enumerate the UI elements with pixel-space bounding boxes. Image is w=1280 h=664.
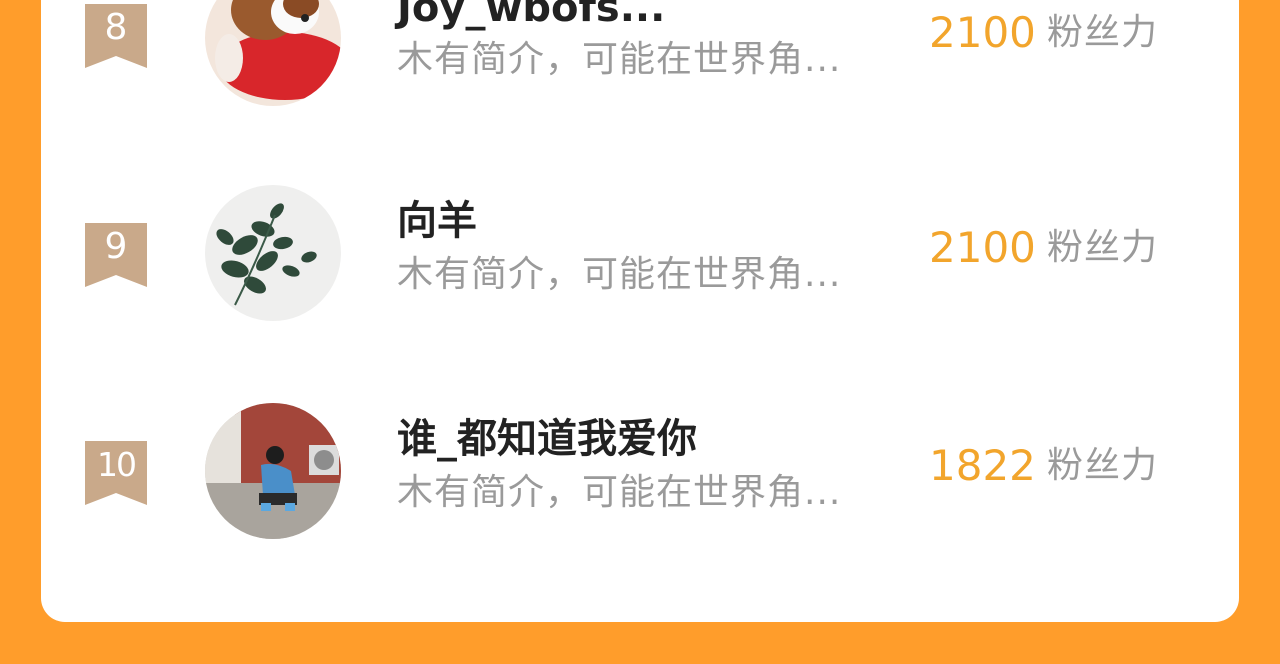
fans-label: 粉丝力 — [1047, 12, 1159, 53]
user-name[interactable]: Joy_wbofs... — [397, 0, 665, 32]
dog-on-red-pillow-avatar-icon — [205, 0, 341, 106]
ranking-row[interactable]: 9 向羊 木有简介，可能在世界角... 2100 粉丝力 — [41, 185, 1239, 325]
rank-badge: 10 — [85, 441, 147, 505]
avatar[interactable] — [205, 185, 341, 321]
avatar[interactable] — [205, 403, 341, 539]
rank-number: 8 — [104, 7, 128, 48]
user-bio: 木有简介，可能在世界角... — [397, 39, 842, 80]
user-name[interactable]: 向羊 — [397, 197, 477, 245]
user-bio: 木有简介，可能在世界角... — [397, 472, 842, 513]
avatar[interactable] — [205, 0, 341, 106]
fans-count: 2100 — [929, 223, 1036, 272]
user-bio: 木有简介，可能在世界角... — [397, 254, 842, 295]
fans-label: 粉丝力 — [1047, 227, 1159, 268]
person-crouching-avatar-icon — [205, 403, 341, 539]
fans-count: 2100 — [929, 8, 1036, 57]
plant-leaves-avatar-icon — [205, 185, 341, 321]
rank-number: 9 — [104, 226, 128, 267]
rank-number: 10 — [97, 445, 137, 484]
ranking-card: 8 Joy_wbofs... 木有简介，可能在世界角... 2100 粉丝力 9 — [41, 0, 1239, 622]
ranking-row[interactable]: 8 Joy_wbofs... 木有简介，可能在世界角... 2100 粉丝力 — [41, 0, 1239, 110]
user-name[interactable]: 谁_都知道我爱你 — [397, 415, 697, 463]
fans-count: 1822 — [929, 441, 1036, 490]
rank-badge: 8 — [85, 4, 147, 68]
ranking-row[interactable]: 10 谁_都知道我爱你 木有简介，可能在世界角... 1822 粉丝力 — [41, 403, 1239, 543]
rank-badge: 9 — [85, 223, 147, 287]
fans-label: 粉丝力 — [1047, 445, 1159, 486]
